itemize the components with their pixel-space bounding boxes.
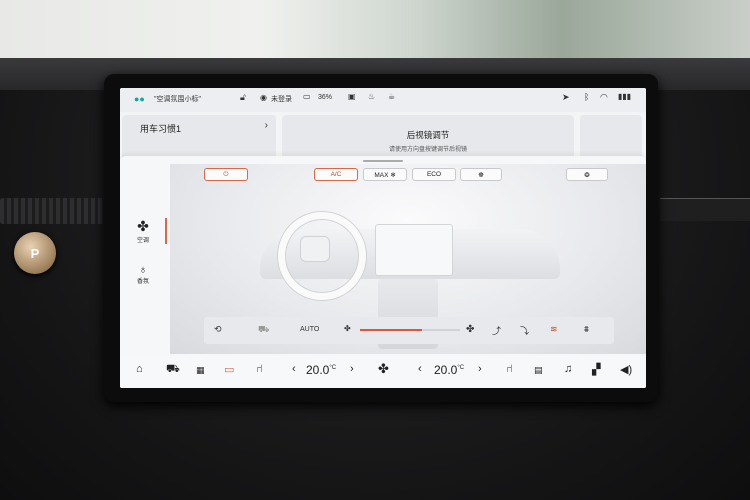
fan-control-strip: ⟲ ⛟ AUTO ✤ ✤ ⤴ ⤵ ≋ ⩩ [204,317,614,344]
recirculation-icon[interactable]: ⟲ [214,324,222,335]
left-temp-unit: °C [329,365,337,371]
right-temp-up[interactable]: › [478,363,482,375]
bluetooth-icon: ᛒ [584,92,590,102]
fan-auto-button[interactable]: AUTO [300,326,319,333]
wifi-icon: ◠ [600,92,608,102]
ac-button[interactable]: A/C [314,168,358,181]
keyboard-icon[interactable]: ▤ [534,365,543,376]
steering-heat-button[interactable]: ☸ [460,168,502,181]
volume-icon[interactable]: ◀) [620,363,632,376]
power-button[interactable]: ⏻ [204,168,248,181]
airflow-feet-icon[interactable]: ⤵ [520,324,529,337]
eco-button[interactable]: ECO [412,168,456,181]
unlock-icon[interactable]: 🔓︎ [240,92,246,103]
right-temperature[interactable]: 20.0°C [434,363,464,377]
passenger-seat-icon[interactable]: ⑁ [506,363,513,375]
chevron-right-icon: › [264,120,268,131]
fan-high-icon[interactable]: ✤ [466,324,474,335]
steering-hub [300,236,330,262]
location-icon: ➤ [562,92,570,102]
airflow-windshield-icon[interactable]: ≋ [550,324,558,335]
screen-icon: ▣ [348,92,356,101]
air-vent-left [0,198,110,224]
music-icon[interactable]: ♫ [564,363,572,375]
climate-sidebar: ✤ 空调 ♁ 香氛 [120,156,167,356]
front-defrost-icon[interactable]: ▦ [196,365,205,376]
extra-card[interactable] [580,115,642,161]
infotainment-screen: ●● "空调氛围小标" 🔓︎ ◉ 未登录 ▭ 36% ▣ ♨ ☕︎ ➤ ᛒ ◠ … [120,88,646,388]
signal-icon: ▮▮▮ [618,92,632,101]
battery-icon: ▭ [303,92,311,101]
driving-habit-card[interactable]: 用车习惯1 › [122,115,276,161]
sidebar-active-indicator [165,218,167,244]
left-temperature[interactable]: 20.0°C [306,363,336,377]
left-temp-down[interactable]: ‹ [292,363,296,375]
fan-icon: ✤ [137,218,149,234]
profile-name[interactable]: "空调氛围小标" [154,94,201,104]
car-airflow-icon[interactable]: ⛟ [258,324,269,336]
mirror-adjust-card[interactable]: 后视镜调节 请使用方向盘按键调节后视镜 [282,115,574,161]
heat-icon: ♨ [368,92,376,101]
user-icon: ◉ [260,93,267,102]
seat-icon[interactable]: ⑁ [256,363,263,375]
defrost-icon[interactable]: ⩩ [584,324,589,335]
center-display [375,224,453,276]
sync-button[interactable]: ❂ [566,168,608,181]
battery-level: 36% [318,94,333,101]
sidebar-item-fragrance[interactable]: ♁ 香氛 [120,264,166,285]
driving-habit-title: 用车习惯1 [140,124,182,134]
apps-icon[interactable]: ▞ [592,363,600,376]
panel-drag-handle[interactable] [363,160,403,162]
left-temp-up[interactable]: › [350,363,354,375]
sidebar-item-ac[interactable]: ✤ 空调 [120,218,166,244]
right-temp-unit: °C [457,365,465,371]
right-temp-down[interactable]: ‹ [418,363,422,375]
sidebar-item-label: 香氛 [136,279,149,285]
sidebar-item-label: 空调 [136,238,149,244]
park-button[interactable]: P [14,232,56,274]
max-cool-button[interactable]: MAX ❄ [363,168,407,181]
air-vent-right [660,198,750,221]
login-status[interactable]: 未登录 [271,94,292,104]
fan-low-icon[interactable]: ✤ [344,324,351,333]
airflow-face-icon[interactable]: ⤴ [492,324,501,337]
right-temp-value: 20.0 [434,363,458,377]
mirror-adjust-title: 后视镜调节 [406,130,450,140]
fan-speed-fill [360,329,422,331]
left-temp-value: 20.0 [306,363,330,377]
status-bar: ●● "空调氛围小标" 🔓︎ ◉ 未登录 ▭ 36% ▣ ♨ ☕︎ ➤ ᛒ ◠ … [120,88,646,112]
perfume-icon: ♁ [138,264,148,276]
bottom-dock: ⌂ ⛟ ▦ ▭ ⑁ ‹ 20.0°C › ✤ ‹ 20.0°C › ⑁ ▤ ♫ … [120,356,646,388]
mirror-adjust-subtitle: 请使用方向盘按键调节后视镜 [388,147,467,153]
home-icon[interactable]: ⌂ [136,363,143,375]
profile-icon: ●● [134,94,145,104]
cup-icon: ☕︎ [388,92,396,101]
climate-fan-icon[interactable]: ✤ [378,361,389,377]
car-icon[interactable]: ⛟ [166,363,180,377]
rear-defrost-icon[interactable]: ▭ [224,363,234,376]
